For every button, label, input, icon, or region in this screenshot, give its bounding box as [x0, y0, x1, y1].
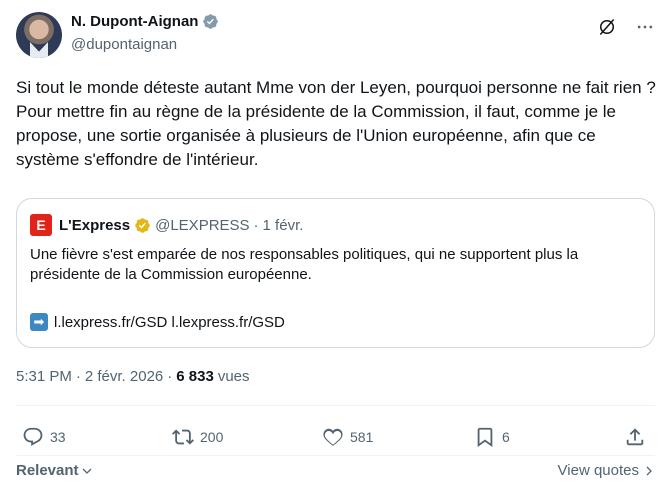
- quoted-date: 1 févr.: [262, 216, 304, 234]
- bookmark-count: 6: [502, 429, 510, 445]
- lexpress-logo: E: [30, 214, 52, 236]
- like-count: 581: [350, 429, 374, 445]
- reply-count: 33: [50, 429, 66, 445]
- tweet-meta: 5:31 PM · 2 févr. 2026 · 6 833 vues: [16, 368, 250, 385]
- views-label: vues: [217, 368, 250, 385]
- quoted-separator: ·: [253, 216, 259, 234]
- chevron-down-icon: [82, 468, 91, 474]
- author-name[interactable]: N. Dupont-Aignan: [71, 13, 198, 30]
- more-icon[interactable]: [635, 17, 655, 37]
- retweet-icon: [172, 429, 194, 445]
- tweet-time[interactable]: 5:31 PM: [16, 368, 72, 385]
- quoted-links-row: ➡ l.lexpress.fr/GSD l.lexpress.fr/GSD: [30, 313, 285, 331]
- chevron-right-icon: [646, 466, 652, 475]
- author-handle[interactable]: @dupontaignan: [71, 36, 177, 53]
- like-button[interactable]: 581: [322, 426, 373, 448]
- view-quotes-label: View quotes: [557, 462, 639, 479]
- quoted-author-name: L'Express: [59, 216, 131, 234]
- share-button[interactable]: [624, 426, 646, 448]
- share-icon: [626, 428, 644, 446]
- author-avatar[interactable]: [16, 12, 62, 58]
- right-arrow-icon: ➡: [30, 313, 48, 331]
- quoted-author-handle: @LEXPRESS: [155, 216, 250, 234]
- quoted-tweet-header: E L'Express @LEXPRESS · 1 févr.: [30, 214, 303, 236]
- bookmark-button[interactable]: 6: [474, 426, 510, 448]
- reply-button[interactable]: 33: [22, 426, 66, 448]
- tweet-date[interactable]: 2 févr. 2026: [85, 368, 163, 385]
- tweet-header: N. Dupont-Aignan @dupontaignan: [16, 12, 655, 62]
- author-name-row: N. Dupont-Aignan: [71, 13, 219, 30]
- divider: [16, 455, 655, 456]
- quoted-tweet-text: Une fièvre s'est emparée de nos responsa…: [30, 246, 579, 283]
- bookmark-icon: [477, 427, 493, 448]
- reply-icon: [23, 427, 43, 446]
- verified-badge-icon[interactable]: [202, 13, 219, 30]
- retweet-button[interactable]: 200: [172, 426, 223, 448]
- action-bar: 33 200 581 6: [16, 420, 655, 454]
- quoted-tweet[interactable]: E L'Express @LEXPRESS · 1 févr. Une fièv…: [16, 198, 655, 348]
- sort-relevant-dropdown[interactable]: Relevant: [16, 462, 93, 479]
- meta-separator: ·: [167, 368, 173, 385]
- retweet-count: 200: [200, 429, 224, 445]
- replies-footer: Relevant View quotes: [16, 462, 655, 484]
- heart-icon: [323, 428, 343, 446]
- grok-icon[interactable]: [597, 17, 617, 37]
- verified-gold-icon: [135, 217, 150, 233]
- divider: [16, 405, 655, 406]
- meta-separator: ·: [75, 368, 81, 385]
- quoted-links[interactable]: l.lexpress.fr/GSD l.lexpress.fr/GSD: [54, 314, 285, 331]
- relevant-label: Relevant: [16, 462, 79, 479]
- view-quotes-link[interactable]: View quotes: [558, 462, 655, 479]
- tweet-text: Si tout le monde déteste autant Mme von …: [16, 78, 656, 169]
- views-count: 6 833: [176, 368, 214, 385]
